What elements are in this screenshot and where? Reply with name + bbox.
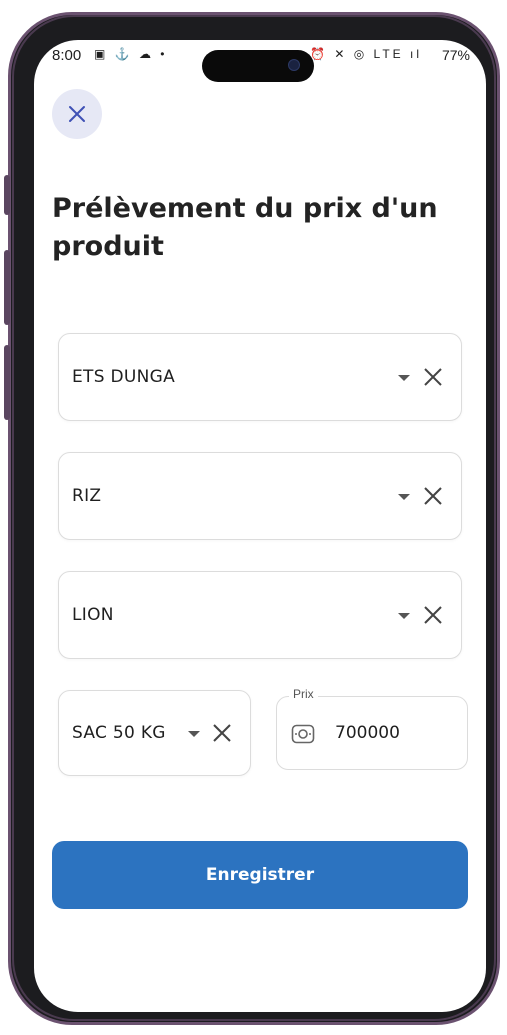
app-screen: 8:00 ▣ ⚓ ☁ • ⏰ ✕ ◎ LTE ıl 77% Prélèvemen… <box>34 40 486 1012</box>
price-label: Prix <box>289 687 318 701</box>
product-dropdown[interactable]: RIZ <box>58 452 462 540</box>
chevron-down-icon[interactable] <box>398 494 410 500</box>
chevron-down-icon[interactable] <box>398 375 410 381</box>
close-icon <box>69 106 85 122</box>
device-volume-up <box>4 250 10 325</box>
clear-icon[interactable] <box>422 485 444 507</box>
supplier-value: ETS DUNGA <box>72 367 176 387</box>
supplier-dropdown[interactable]: ETS DUNGA <box>58 333 462 421</box>
page-title: Prélèvement du prix d'un produit <box>52 193 438 262</box>
money-icon <box>291 724 315 744</box>
device-volume-down <box>4 345 10 420</box>
status-time: 8:00 <box>52 47 82 64</box>
unit-dropdown[interactable]: SAC 50 KG <box>58 690 251 776</box>
clear-icon[interactable] <box>422 366 444 388</box>
clear-icon[interactable] <box>422 604 444 626</box>
device-side-button <box>4 175 10 215</box>
battery-indicator: 77% <box>441 47 470 63</box>
status-system-icons: ⏰ ✕ ◎ LTE ıl <box>310 47 422 61</box>
price-input[interactable] <box>335 723 455 743</box>
status-notification-icons: ▣ ⚓ ☁ • <box>94 47 168 61</box>
product-value: RIZ <box>72 486 102 506</box>
camera-cutout <box>202 50 314 82</box>
brand-dropdown[interactable]: LION <box>58 571 462 659</box>
clear-icon[interactable] <box>211 722 233 744</box>
save-button[interactable]: Enregistrer <box>52 841 468 909</box>
unit-value: SAC 50 KG <box>72 723 166 743</box>
price-field[interactable]: Prix <box>276 687 468 770</box>
chevron-down-icon[interactable] <box>398 613 410 619</box>
camera-lens-icon <box>288 59 300 71</box>
close-button[interactable] <box>52 89 102 139</box>
chevron-down-icon[interactable] <box>188 731 200 737</box>
brand-value: LION <box>72 605 114 625</box>
